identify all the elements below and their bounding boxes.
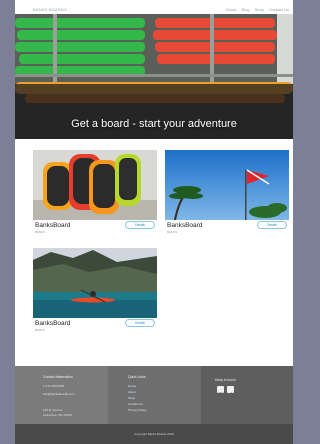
footer-phone[interactable]: 1-717-555-5555: [43, 384, 64, 388]
product-image[interactable]: [33, 248, 157, 318]
hero-banner: Get a board - start your adventure: [15, 14, 293, 139]
details-button[interactable]: Details: [125, 221, 155, 229]
instagram-icon[interactable]: [217, 386, 224, 399]
nav-link-blog[interactable]: Blog: [242, 7, 250, 12]
footer-contact: Contact Information 1-717-555-5555 info@…: [15, 366, 108, 424]
details-button[interactable]: Details: [257, 221, 287, 229]
brand-logo[interactable]: BANKS BOARDS: [33, 7, 67, 12]
product-card[interactable]: BanksBoard BANKS Details: [33, 248, 157, 338]
footer-social-heading: Keep in touch: [215, 378, 236, 382]
nav-link-about[interactable]: About: [226, 7, 236, 12]
product-card[interactable]: BanksBoard BANKS Details: [33, 150, 157, 240]
footer-link-home[interactable]: Home: [128, 384, 136, 388]
hero-title: Get a board - start your adventure: [71, 118, 237, 130]
footer-quicklinks: Quick Links Home About Shop Contact Us P…: [108, 366, 201, 424]
page: BANKS BOARDS About Blog Shop Contact Us: [15, 0, 293, 444]
footer-address-city: Columbus, OH 43215: [43, 413, 72, 417]
footer-link-shop[interactable]: Shop: [128, 396, 135, 400]
footer-link-privacy[interactable]: Privacy Policy: [128, 408, 147, 412]
footer-contact-heading: Contact Information: [43, 375, 73, 379]
footer-social: Keep in touch: [201, 366, 293, 424]
footer-quicklinks-heading: Quick Links: [128, 375, 146, 379]
details-button[interactable]: Details: [125, 319, 155, 327]
footer: Contact Information 1-717-555-5555 info@…: [15, 366, 293, 424]
product-brand: BANKS: [35, 328, 46, 332]
product-brand: BANKS: [35, 230, 46, 234]
product-card[interactable]: BanksBoard BANKS Details: [165, 150, 289, 240]
product-name[interactable]: BanksBoard: [35, 222, 70, 229]
nav-link-contact[interactable]: Contact Us: [269, 7, 289, 12]
product-name[interactable]: BanksBoard: [167, 222, 202, 229]
product-brand: BANKS: [167, 230, 178, 234]
nav-link-shop[interactable]: Shop: [255, 7, 264, 12]
product-image[interactable]: [33, 150, 157, 220]
facebook-icon[interactable]: [227, 386, 234, 399]
nav-links: About Blog Shop Contact Us: [222, 7, 289, 12]
footer-email[interactable]: info@banksboards.com: [43, 392, 75, 396]
copyright-text: Copyright Banks Boards 2018: [134, 432, 174, 436]
footer-link-about[interactable]: About: [128, 390, 136, 394]
product-image[interactable]: [165, 150, 289, 220]
footer-link-contact[interactable]: Contact Us: [128, 402, 143, 406]
product-name[interactable]: BanksBoard: [35, 320, 70, 327]
footer-bottom-bar: Copyright Banks Boards 2018: [15, 424, 293, 444]
footer-address-street: 123 E. 1st Ave: [43, 408, 63, 412]
